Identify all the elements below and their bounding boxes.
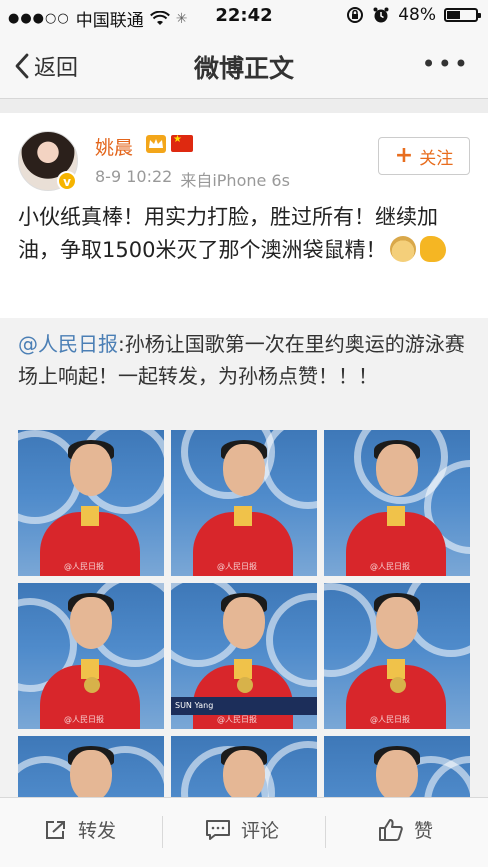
photo-thumbnail[interactable]: SUN Yang @人民日报 bbox=[171, 583, 317, 729]
mention-link[interactable]: @人民日报 bbox=[18, 332, 118, 356]
photo-watermark: @人民日报 bbox=[370, 715, 410, 724]
repost-text: @人民日报:孙杨让国歌第一次在里约奥运的游泳赛场上响起！一起转发，为孙杨点赞！！… bbox=[18, 328, 470, 392]
nav-bar: 返回 微博正文 ••• bbox=[0, 32, 488, 99]
post-meta: 8-9 10:22 来自iPhone 6s bbox=[95, 167, 290, 191]
thumbs-up-icon bbox=[379, 818, 403, 841]
swimmer-head bbox=[223, 597, 265, 649]
swimmer-head bbox=[70, 597, 112, 649]
reposted-content[interactable]: @人民日报:孙杨让国歌第一次在里约奥运的游泳赛场上响起！一起转发，为孙杨点赞！！… bbox=[0, 318, 488, 815]
comment-label: 评论 bbox=[241, 820, 280, 842]
alarm-icon bbox=[373, 7, 389, 23]
photo-thumbnail[interactable]: @人民日报 bbox=[324, 430, 470, 576]
more-options-icon[interactable]: ••• bbox=[422, 50, 470, 78]
swimmer-collar bbox=[387, 659, 405, 679]
comment-button[interactable]: 评论 bbox=[205, 816, 279, 843]
photo-caption: SUN Yang bbox=[171, 697, 317, 715]
olympic-ring bbox=[324, 583, 378, 677]
swimmer-collar bbox=[387, 506, 405, 526]
photo-thumbnail[interactable]: @人民日报 bbox=[18, 430, 164, 576]
photo-watermark: @人民日报 bbox=[64, 715, 104, 724]
post-source: 来自iPhone 6s bbox=[180, 171, 290, 190]
photo-thumbnail[interactable]: @人民日报 bbox=[171, 430, 317, 576]
repost-button[interactable]: 转发 bbox=[44, 816, 116, 843]
plus-icon: + bbox=[394, 143, 414, 168]
vip-crown-icon bbox=[146, 135, 166, 153]
post-date: 8-9 10:22 bbox=[95, 167, 173, 186]
photo-grid: @人民日报 @人民日报 @人民日报 @人民日报 SUN Yang @人民日报 @人民日报 bbox=[18, 430, 470, 815]
username[interactable]: 姚晨 bbox=[95, 133, 133, 160]
divider bbox=[162, 816, 163, 848]
comment-icon bbox=[206, 819, 230, 840]
verified-badge-icon: v bbox=[57, 171, 77, 191]
photo-watermark: @人民日报 bbox=[370, 562, 410, 571]
photo-thumbnail[interactable]: @人民日报 bbox=[18, 583, 164, 729]
post-text: 小伙纸真棒！用实力打脸，胜过所有！继续加油，争取1500米灭了那个澳洲袋鼠精！ bbox=[18, 201, 470, 267]
like-label: 赞 bbox=[414, 820, 434, 842]
battery-percent: 48% bbox=[398, 5, 436, 25]
swimmer-head bbox=[376, 444, 418, 496]
follow-button[interactable]: + 关注 bbox=[378, 137, 470, 175]
gold-medal bbox=[237, 677, 253, 693]
back-label: 返回 bbox=[34, 56, 79, 81]
status-right: 48% bbox=[346, 5, 481, 25]
photo-watermark: @人民日报 bbox=[217, 715, 257, 724]
back-button[interactable]: 返回 bbox=[14, 50, 78, 82]
swimmer-head bbox=[376, 750, 418, 802]
muscle-emoji-icon bbox=[420, 236, 447, 262]
swimmer-head bbox=[223, 444, 265, 496]
like-button[interactable]: 赞 bbox=[378, 816, 433, 843]
action-bar: 转发 评论 赞 bbox=[0, 797, 488, 867]
photo-thumbnail[interactable]: @人民日报 bbox=[324, 583, 470, 729]
swimmer-collar bbox=[81, 659, 99, 679]
gold-medal bbox=[390, 677, 406, 693]
battery-fill bbox=[447, 11, 460, 19]
chevron-left-icon bbox=[15, 53, 29, 79]
share-icon bbox=[46, 820, 65, 839]
swimmer-head bbox=[376, 597, 418, 649]
status-bar: ●●●○○ 中国联通 ✳ 22:42 48% bbox=[0, 0, 488, 32]
photo-watermark: @人民日报 bbox=[64, 562, 104, 571]
swimmer-collar bbox=[234, 659, 252, 679]
gold-medal bbox=[84, 677, 100, 693]
photo-watermark: @人民日报 bbox=[217, 562, 257, 571]
china-flag-icon bbox=[171, 134, 193, 152]
swimmer-collar bbox=[234, 506, 252, 526]
swimmer-head bbox=[70, 444, 112, 496]
battery-icon bbox=[444, 8, 481, 22]
doge-emoji-icon bbox=[390, 236, 417, 262]
divider bbox=[325, 816, 326, 848]
swimmer-collar bbox=[81, 506, 99, 526]
post-body: 小伙纸真棒！用实力打脸，胜过所有！继续加油，争取1500米灭了那个澳洲袋鼠精！ bbox=[18, 205, 438, 262]
follow-label: 关注 bbox=[419, 148, 454, 169]
swimmer-head bbox=[223, 750, 265, 802]
rotation-lock-icon bbox=[347, 7, 364, 23]
repost-label: 转发 bbox=[78, 820, 117, 842]
weibo-post: v 姚晨 8-9 10:22 来自iPhone 6s + 关注 小伙纸真棒！用实… bbox=[0, 113, 488, 815]
swimmer-head bbox=[70, 750, 112, 802]
